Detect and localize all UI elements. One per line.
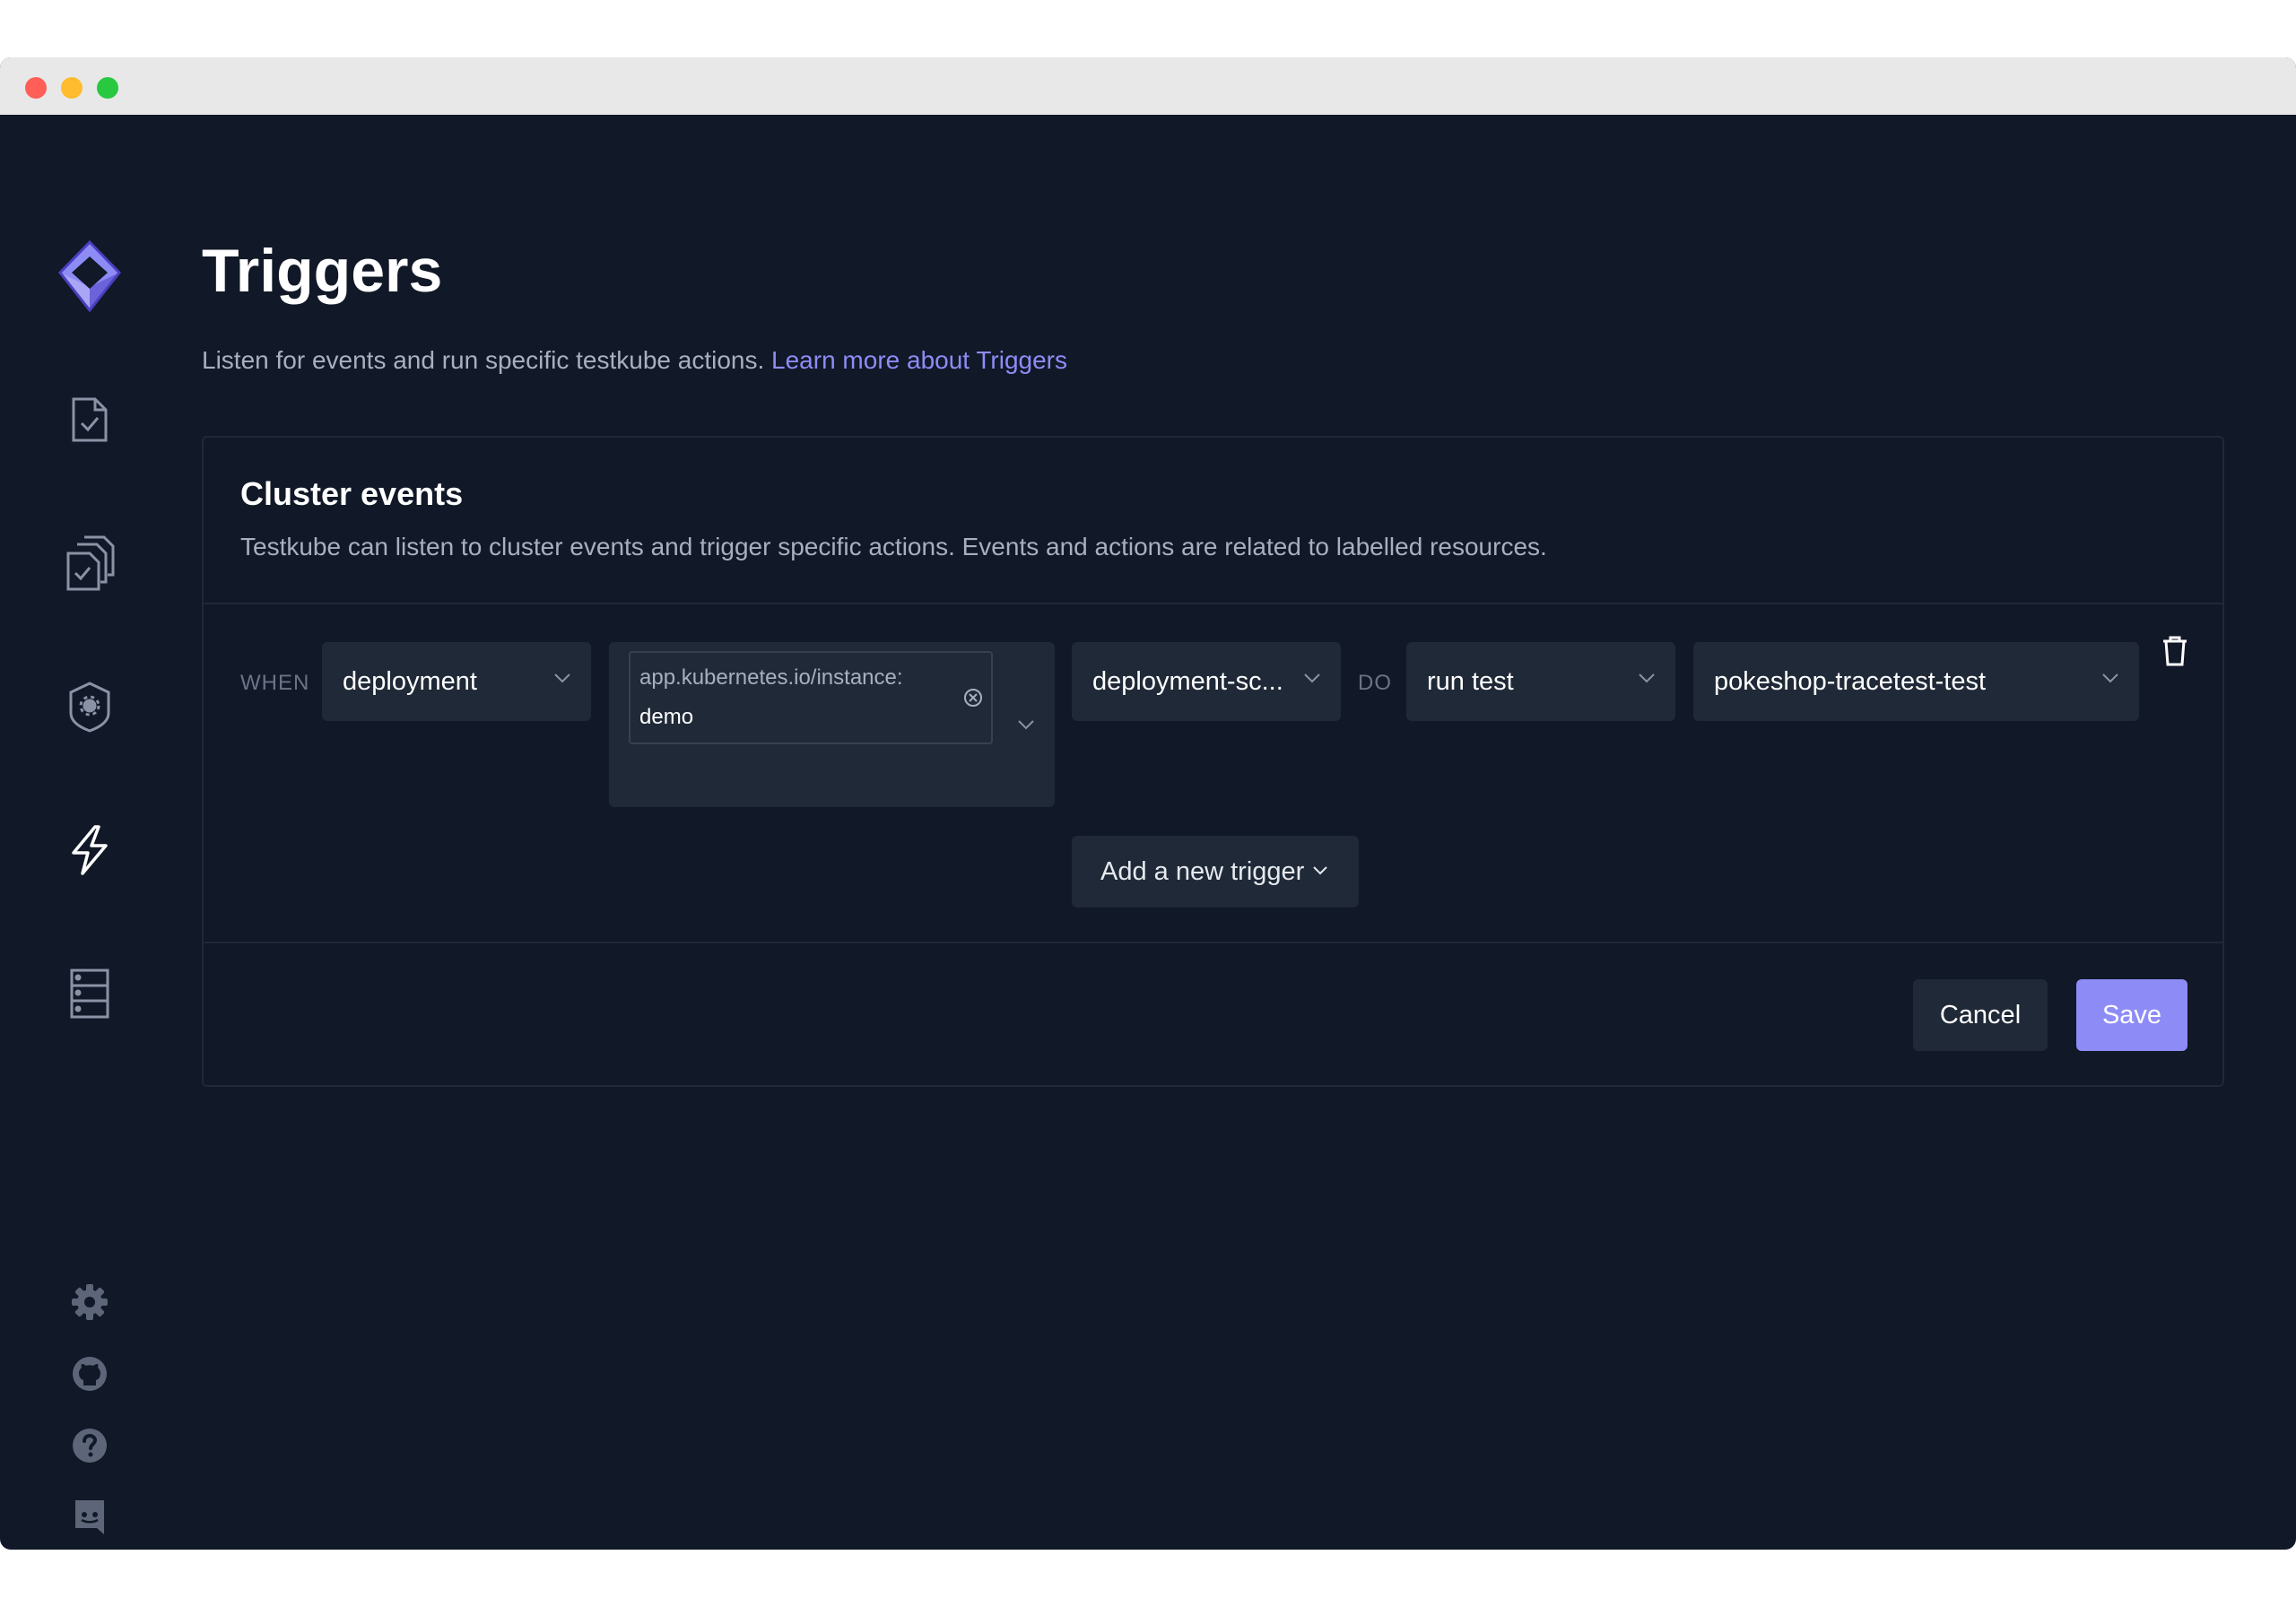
event-select[interactable]: deployment-sc... [1072,642,1341,721]
add-trigger-label: Add a new trigger [1100,856,1305,886]
learn-more-link[interactable]: Learn more about Triggers [771,346,1067,374]
test-suites-icon[interactable] [54,527,126,599]
executors-shield-icon[interactable] [54,671,126,743]
do-label: DO [1358,671,1392,695]
minimize-window-button[interactable] [61,77,83,99]
github-icon[interactable] [54,1338,126,1410]
selector-chip: app.kubernetes.io/instance: demo [629,651,993,744]
selector-chip-value: demo [639,705,694,729]
chevron-down-icon [1313,866,1327,875]
chevron-down-icon [2102,673,2118,683]
card-header: Cluster events Testkube can listen to cl… [204,438,2222,604]
resource-select-value: deployment [343,666,477,696]
remove-chip-icon[interactable] [962,687,984,708]
testkube-logo-icon[interactable] [54,239,126,313]
selector-multiselect[interactable]: app.kubernetes.io/instance: demo [609,642,1055,807]
action-select-value: run test [1427,666,1514,696]
delete-trigger-button[interactable] [2157,631,2193,671]
chevron-down-icon [1639,673,1655,683]
cluster-events-card: Cluster events Testkube can listen to cl… [202,436,2224,1087]
chevron-down-icon [554,673,570,683]
close-window-button[interactable] [25,77,47,99]
discord-icon[interactable] [54,1481,126,1550]
resource-select[interactable]: deployment [322,642,591,721]
chevron-down-icon [1018,720,1034,730]
cancel-button[interactable]: Cancel [1913,979,2048,1051]
action-select[interactable]: run test [1406,642,1675,721]
card-title: Cluster events [240,475,464,512]
zoom-window-button[interactable] [97,77,118,99]
page-description-text: Listen for events and run specific testk… [202,346,765,374]
title-bar [0,57,2296,115]
trigger-list: WHEN deployment app.kubernetes.io/instan… [204,606,2222,943]
app-window: Triggers Listen for events and run speci… [0,57,2296,1550]
selector-chip-key: app.kubernetes.io/instance: [639,665,903,690]
help-icon[interactable] [54,1410,126,1481]
test-file-icon[interactable] [54,384,126,456]
sidebar [0,115,179,1550]
when-label: WHEN [240,671,310,695]
event-select-value: deployment-sc... [1092,666,1283,696]
target-select[interactable]: pokeshop-tracetest-test [1693,642,2139,721]
target-select-value: pokeshop-tracetest-test [1714,666,1987,696]
sources-icon[interactable] [54,958,126,1029]
add-trigger-button[interactable]: Add a new trigger [1072,836,1359,908]
card-subtitle: Testkube can listen to cluster events an… [240,533,1547,560]
page-description: Listen for events and run specific testk… [202,346,1067,375]
save-button[interactable]: Save [2076,979,2187,1051]
chevron-down-icon [1304,673,1320,683]
gear-icon[interactable] [54,1266,126,1338]
triggers-bolt-icon[interactable] [54,814,126,886]
page-title: Triggers [202,237,443,305]
trash-icon [2163,636,2187,666]
